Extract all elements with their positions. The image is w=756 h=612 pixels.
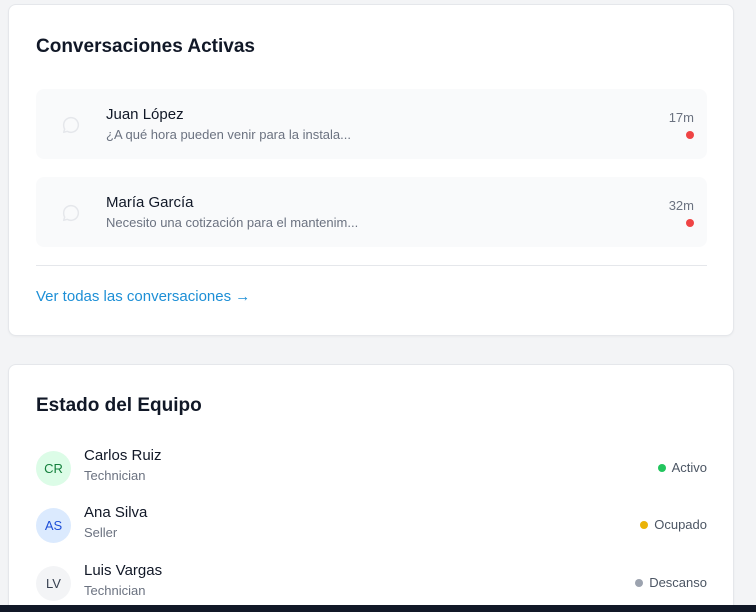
team-status-card: Estado del Equipo CR Carlos Ruiz Technic… [8,364,734,612]
chat-bubble-icon [62,204,80,222]
status-label: Ocupado [654,517,707,532]
avatar: AS [36,508,71,543]
member-status: Activo [657,460,707,475]
conversation-contact-name: Juan López [106,106,184,123]
conversation-preview: ¿A qué hora pueden venir para la instala… [106,127,351,142]
status-dot [657,463,666,472]
status-label: Activo [671,460,707,475]
bottom-bar [0,605,756,612]
member-name: Carlos Ruiz [84,447,162,464]
conversation-contact-name: María García [106,194,194,211]
unread-indicator [686,131,694,139]
member-status: Descanso [635,575,707,590]
status-dot [635,578,644,587]
member-role: Technician [84,468,146,483]
view-all-conversations-link[interactable]: Ver todas las conversaciones → [36,288,250,305]
member-role: Seller [84,525,118,540]
member-status: Ocupado [640,517,707,532]
team-member-row[interactable]: LV Luis Vargas Technician Descanso [36,562,707,606]
avatar: CR [36,451,71,486]
member-role: Technician [84,583,146,598]
team-member-row[interactable]: AS Ana Silva Seller Ocupado [36,504,707,548]
conversation-time: 17m [668,110,694,125]
status-dot [640,520,649,529]
divider [36,265,707,266]
team-status-title: Estado del Equipo [36,395,202,416]
avatar: LV [36,566,71,601]
active-conversations-title: Conversaciones Activas [36,36,255,57]
unread-indicator [686,219,694,227]
conversation-time: 32m [668,198,694,213]
member-name: Ana Silva [84,504,148,521]
team-member-row[interactable]: CR Carlos Ruiz Technician Activo [36,447,707,491]
member-name: Luis Vargas [84,562,163,579]
active-conversations-card: Conversaciones Activas Juan López ¿A qué… [8,4,734,336]
conversation-item[interactable]: María García Necesito una cotización par… [36,177,707,247]
status-label: Descanso [649,575,707,590]
chat-bubble-icon [62,116,80,134]
conversation-item[interactable]: Juan López ¿A qué hora pueden venir para… [36,89,707,159]
conversation-preview: Necesito una cotización para el mantenim… [106,215,359,230]
